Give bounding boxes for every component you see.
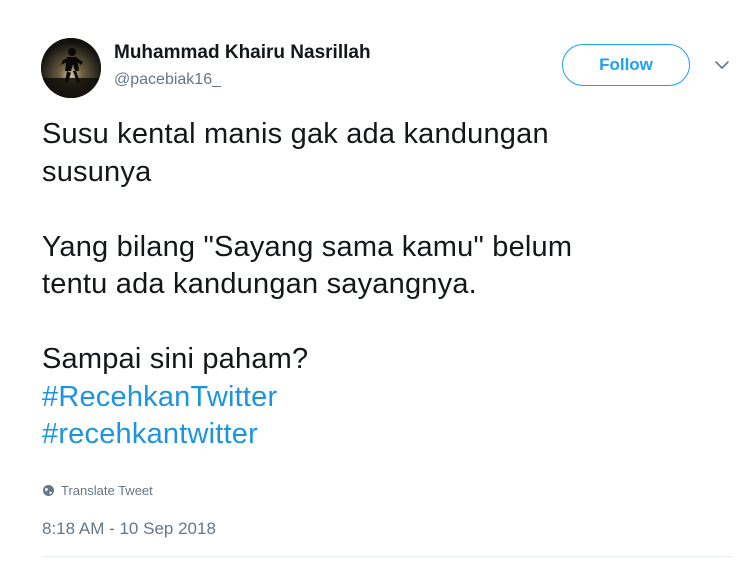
avatar[interactable]: [41, 38, 101, 98]
tweet-line: Susu kental manis gak ada kandungan: [42, 118, 549, 150]
hashtag-link[interactable]: #recehkantwitter: [42, 416, 702, 454]
tweet-line: tentu ada kandungan sayangnya.: [42, 268, 477, 300]
tweet-card: Muhammad Khairu Nasrillah @pacebiak16_ F…: [0, 0, 750, 562]
author-handle[interactable]: @pacebiak16_: [114, 71, 221, 89]
chevron-down-icon[interactable]: [713, 58, 731, 72]
hashtag-link[interactable]: #RecehkanTwitter: [42, 379, 702, 417]
follow-button-label: Follow: [599, 55, 653, 74]
tweet-text: Susu kental manis gak ada kandungan susu…: [42, 116, 702, 454]
translate-tweet-link[interactable]: Translate Tweet: [42, 483, 153, 498]
profile-photo-icon: [41, 38, 101, 98]
author-name[interactable]: Muhammad Khairu Nasrillah: [114, 42, 371, 64]
divider: [42, 556, 732, 557]
tweet-line: Sampai sini paham?: [42, 343, 309, 375]
tweet-line: Yang bilang "Sayang sama kamu" belum: [42, 230, 573, 263]
follow-button[interactable]: Follow: [562, 44, 690, 86]
tweet-timestamp[interactable]: 8:18 AM - 10 Sep 2018: [42, 519, 216, 539]
globe-icon: [42, 484, 55, 497]
tweet-line: susunya: [42, 155, 152, 188]
translate-label: Translate Tweet: [61, 483, 153, 498]
